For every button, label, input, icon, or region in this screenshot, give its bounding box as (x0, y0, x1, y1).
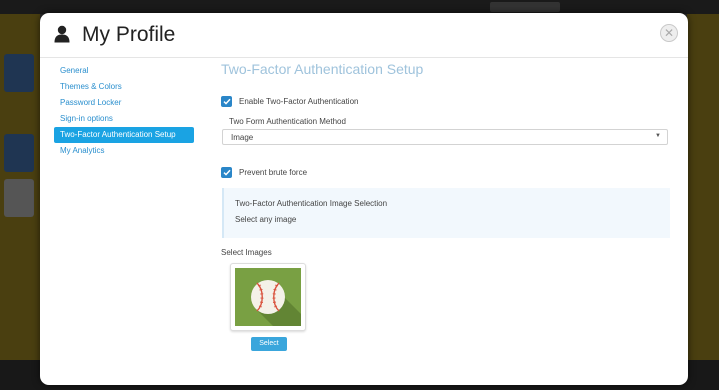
nav-item-general[interactable]: General (54, 63, 194, 79)
info-subtitle: Select any image (235, 215, 297, 224)
modal-title: My Profile (82, 23, 176, 46)
check-icon (222, 98, 231, 105)
method-select-value: Image (231, 133, 254, 142)
backdrop-left-column (0, 14, 40, 390)
baseball-icon (251, 280, 301, 326)
method-label: Two Form Authentication Method (229, 117, 346, 126)
prevent-brute-force-label: Prevent brute force (239, 167, 308, 177)
method-select[interactable]: Image ▼ (222, 129, 668, 145)
prevent-brute-force-checkbox[interactable] (221, 166, 232, 178)
image-option[interactable] (230, 263, 306, 331)
backdrop-right-column (687, 14, 719, 390)
info-title: Two-Factor Authentication Image Selectio… (235, 199, 388, 208)
close-icon: ✕ (663, 26, 675, 40)
caret-down-icon: ▼ (655, 133, 661, 139)
backdrop-pill (490, 2, 560, 12)
check-icon (222, 169, 231, 176)
image-selection-info: Two-Factor Authentication Image Selectio… (222, 188, 670, 238)
profile-nav: General Themes & Colors Password Locker … (54, 63, 194, 159)
enable-2fa-checkbox[interactable] (221, 95, 232, 107)
user-icon (54, 25, 70, 43)
image-option-bg (235, 268, 301, 326)
nav-item-sign-in-options[interactable]: Sign-in options (54, 111, 194, 127)
enable-2fa-label: Enable Two-Factor Authentication (239, 96, 359, 106)
nav-item-two-factor-setup[interactable]: Two-Factor Authentication Setup (54, 127, 194, 143)
backdrop-topbar (0, 0, 719, 14)
profile-modal: My Profile ✕ General Themes & Colors Pas… (40, 13, 688, 385)
enable-2fa-row: Enable Two-Factor Authentication (221, 94, 358, 108)
backdrop-tile (4, 179, 34, 217)
backdrop-tile (4, 134, 34, 172)
modal-header: My Profile ✕ (40, 13, 688, 58)
nav-item-themes-colors[interactable]: Themes & Colors (54, 79, 194, 95)
prevent-brute-force-row: Prevent brute force (221, 165, 307, 179)
nav-item-password-locker[interactable]: Password Locker (54, 95, 194, 111)
close-button[interactable]: ✕ (660, 24, 678, 42)
select-image-button[interactable]: Select (251, 337, 287, 351)
section-title: Two-Factor Authentication Setup (221, 61, 424, 77)
backdrop-tile (4, 54, 34, 92)
nav-item-my-analytics[interactable]: My Analytics (54, 143, 194, 159)
select-images-label: Select Images (221, 248, 272, 257)
